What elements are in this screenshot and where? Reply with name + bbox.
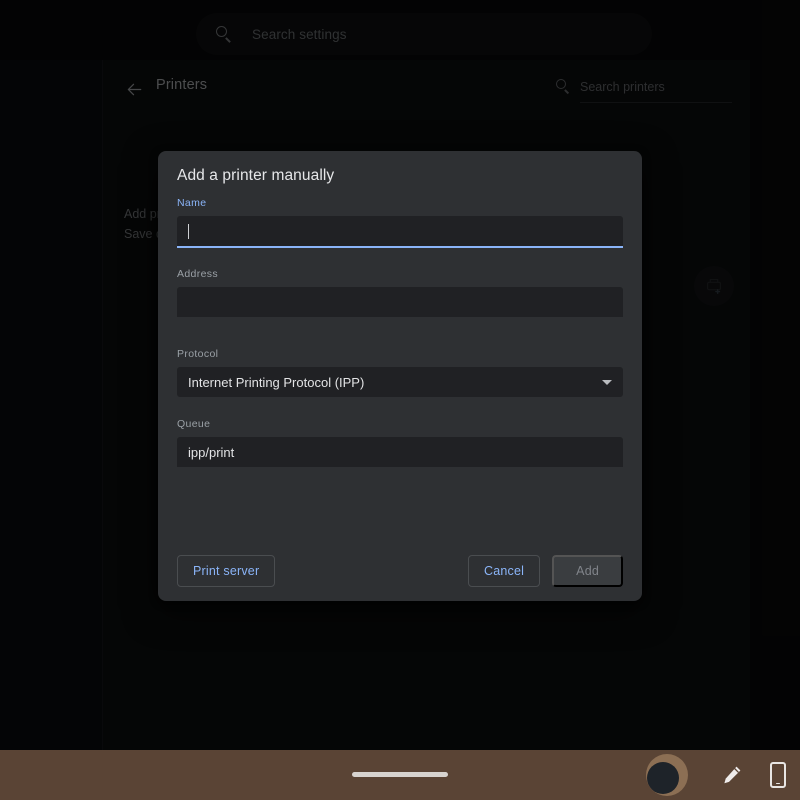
name-field-group: Name (177, 197, 623, 248)
address-input[interactable] (177, 287, 623, 317)
avatar[interactable] (646, 754, 688, 796)
phone-hub-button[interactable] (770, 762, 786, 788)
queue-input-value: ipp/print (188, 445, 234, 460)
stylus-pen-icon (720, 763, 744, 787)
chevron-down-icon (602, 380, 612, 385)
text-caret (188, 224, 189, 239)
dialog-title: Add a printer manually (177, 167, 334, 185)
name-field-label: Name (177, 197, 623, 209)
address-field-group: Address (177, 268, 623, 317)
stylus-pen-button[interactable] (720, 763, 744, 787)
add-button: Add (552, 555, 623, 587)
desktop-background: Search settings Printers Search printers (0, 0, 800, 800)
avatar-head (647, 762, 679, 794)
add-printer-dialog: Add a printer manually Name Address Prot… (158, 151, 642, 601)
cancel-button[interactable]: Cancel (468, 555, 540, 587)
name-input[interactable] (177, 216, 623, 248)
dialog-actions: Print server Cancel Add (177, 555, 623, 587)
protocol-select[interactable]: Internet Printing Protocol (IPP) (177, 367, 623, 397)
home-indicator[interactable] (352, 772, 448, 777)
system-shelf (0, 750, 800, 800)
protocol-selected-value: Internet Printing Protocol (IPP) (188, 375, 364, 390)
dialog-primary-actions: Cancel Add (468, 555, 623, 587)
address-field-label: Address (177, 268, 623, 280)
queue-field-group: Queue ipp/print (177, 418, 623, 467)
protocol-field-label: Protocol (177, 348, 623, 360)
queue-field-label: Queue (177, 418, 623, 430)
print-server-button[interactable]: Print server (177, 555, 275, 587)
protocol-field-group: Protocol Internet Printing Protocol (IPP… (177, 348, 623, 397)
queue-input[interactable]: ipp/print (177, 437, 623, 467)
